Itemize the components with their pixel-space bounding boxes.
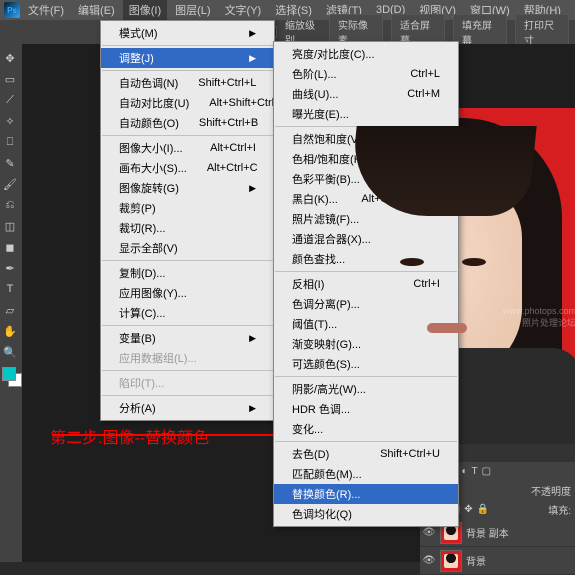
path-tool-icon[interactable]: ▱ — [0, 300, 20, 320]
hand-tool-icon[interactable]: ✋ — [0, 321, 20, 341]
foreground-color-swatch[interactable] — [2, 367, 16, 381]
menu-auto-contrast[interactable]: 自动对比度(U)Alt+Shift+Ctrl+L — [101, 93, 274, 113]
menu-desaturate[interactable]: 去色(D)Shift+Ctrl+U — [274, 444, 458, 464]
menu-file[interactable]: 文件(F) — [22, 0, 70, 20]
menu-analysis[interactable]: 分析(A)▶ — [101, 398, 274, 418]
pen-tool-icon[interactable]: ✒ — [0, 258, 20, 278]
crop-tool-icon[interactable]: ⎕ — [0, 132, 20, 152]
menu-selective-color[interactable]: 可选颜色(S)... — [274, 354, 458, 374]
eyedropper-tool-icon[interactable]: ✎ — [0, 153, 20, 173]
text-tool-icon[interactable]: T — [0, 279, 20, 299]
menu-color-lookup[interactable]: 颜色查找... — [274, 249, 458, 269]
menu-layer[interactable]: 图层(L) — [169, 0, 216, 20]
lock-all-icon[interactable]: 🔒 — [477, 504, 489, 515]
menu-equalize[interactable]: 色调均化(Q) — [274, 504, 458, 524]
menu-calculations[interactable]: 计算(C)... — [101, 303, 274, 323]
menu-apply-image[interactable]: 应用图像(Y)... — [101, 283, 274, 303]
menu-adjustments[interactable]: 调整(J)▶ — [101, 48, 274, 68]
menu-channel-mixer[interactable]: 通道混合器(X)... — [274, 229, 458, 249]
eraser-tool-icon[interactable]: ◫ — [0, 216, 20, 236]
filter-text-icon[interactable]: T — [472, 466, 478, 477]
menu-trim[interactable]: 裁切(R)... — [101, 218, 274, 238]
menu-auto-tone[interactable]: 自动色调(N)Shift+Ctrl+L — [101, 73, 274, 93]
menu-image-rotation[interactable]: 图像旋转(G)▶ — [101, 178, 274, 198]
menu-auto-color[interactable]: 自动颜色(O)Shift+Ctrl+B — [101, 113, 274, 133]
fill-label: 填充: — [548, 502, 571, 517]
toolbox: ✥ ▭ ⟋ ✧ ⎕ ✎ 🖌 ⎌ ◫ ◼ ✒ T ▱ ✋ 🔍 — [0, 44, 22, 562]
menu-exposure[interactable]: 曝光度(E)... — [274, 104, 458, 124]
wand-tool-icon[interactable]: ✧ — [0, 111, 20, 131]
filter-adjust-icon[interactable]: ◐ — [461, 466, 467, 477]
adjustments-submenu: 亮度/对比度(C)... 色阶(L)...Ctrl+L 曲线(U)...Ctrl… — [273, 41, 459, 527]
layer-thumb — [440, 550, 462, 572]
gradient-tool-icon[interactable]: ◼ — [0, 237, 20, 257]
menu-replace-color[interactable]: 替换颜色(R)... — [274, 484, 458, 504]
menu-duplicate[interactable]: 复制(D)... — [101, 263, 274, 283]
menu-posterize[interactable]: 色调分离(P)... — [274, 294, 458, 314]
layer-item[interactable]: 👁 背景 — [420, 547, 575, 575]
menu-gradient-map[interactable]: 渐变映射(G)... — [274, 334, 458, 354]
photoshop-logo-icon: Ps — [4, 2, 20, 18]
opacity-label: 不透明度 — [531, 483, 571, 498]
menu-variables[interactable]: 变量(B)▶ — [101, 328, 274, 348]
menu-apply-dataset: 应用数据组(L)... — [101, 348, 274, 368]
brush-tool-icon[interactable]: 🖌 — [0, 174, 20, 194]
menu-edit[interactable]: 编辑(E) — [72, 0, 121, 20]
layer-name: 背景 副本 — [466, 525, 509, 540]
menu-canvas-size[interactable]: 画布大小(S)...Alt+Ctrl+C — [101, 158, 274, 178]
menu-brightness-contrast[interactable]: 亮度/对比度(C)... — [274, 44, 458, 64]
color-swatches[interactable] — [0, 367, 22, 391]
filter-shape-icon[interactable]: ▢ — [482, 466, 491, 477]
visibility-icon[interactable]: 👁 — [422, 527, 436, 538]
menu-match-color[interactable]: 匹配颜色(M)... — [274, 464, 458, 484]
menu-image-size[interactable]: 图像大小(I)...Alt+Ctrl+I — [101, 138, 274, 158]
menu-invert[interactable]: 反相(I)Ctrl+I — [274, 274, 458, 294]
layer-name: 背景 — [466, 553, 486, 568]
menu-variations[interactable]: 变化... — [274, 419, 458, 439]
menu-crop[interactable]: 裁剪(P) — [101, 198, 274, 218]
menu-hdr-toning[interactable]: HDR 色调... — [274, 399, 458, 419]
lock-position-icon[interactable]: ✥ — [464, 504, 472, 515]
tutorial-annotation: 第二步:图像--替换颜色 — [50, 424, 209, 448]
menu-levels[interactable]: 色阶(L)...Ctrl+L — [274, 64, 458, 84]
image-menu-dropdown: 模式(M)▶ 调整(J)▶ 自动色调(N)Shift+Ctrl+L 自动对比度(… — [100, 20, 275, 421]
menu-curves[interactable]: 曲线(U)...Ctrl+M — [274, 84, 458, 104]
menu-mode[interactable]: 模式(M)▶ — [101, 23, 274, 43]
stamp-tool-icon[interactable]: ⎌ — [0, 195, 20, 215]
move-tool-icon[interactable]: ✥ — [0, 48, 20, 68]
menu-reveal-all[interactable]: 显示全部(V) — [101, 238, 274, 258]
watermark: www.photops.com照片处理论坛 — [503, 306, 575, 329]
tutorial-arrow-icon — [52, 434, 292, 436]
menu-type[interactable]: 文字(Y) — [219, 0, 268, 20]
menu-shadows-highlights[interactable]: 阴影/高光(W)... — [274, 379, 458, 399]
marquee-tool-icon[interactable]: ▭ — [0, 69, 20, 89]
menu-image[interactable]: 图像(I) — [123, 0, 167, 20]
lasso-tool-icon[interactable]: ⟋ — [0, 90, 20, 110]
menu-trap: 陷印(T)... — [101, 373, 274, 393]
zoom-tool-icon[interactable]: 🔍 — [0, 342, 20, 362]
visibility-icon[interactable]: 👁 — [422, 555, 436, 566]
